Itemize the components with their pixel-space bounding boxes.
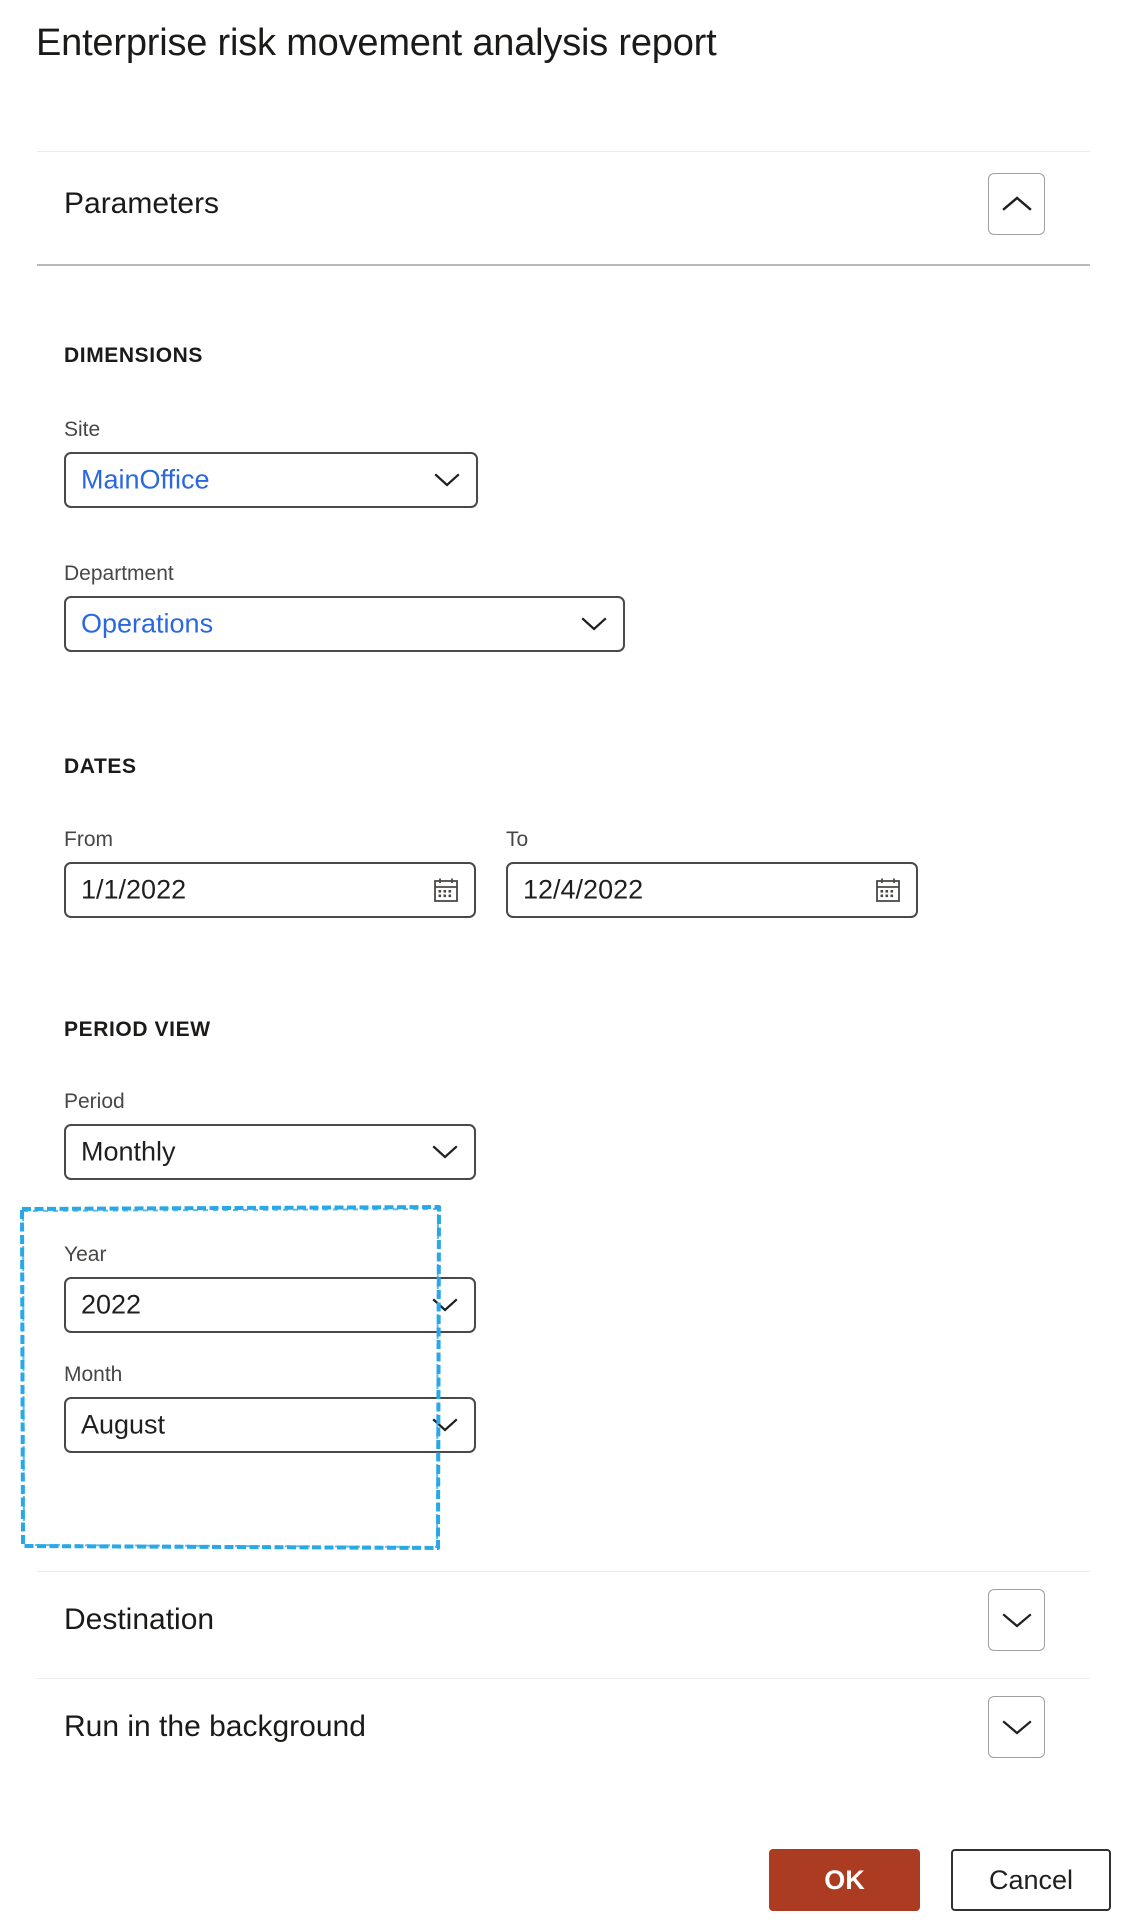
chevron-down-icon (432, 1292, 458, 1318)
divider-top (37, 151, 1090, 152)
to-date-value: 12/4/2022 (523, 874, 644, 905)
chevron-down-icon (434, 467, 460, 493)
period-value: Monthly (81, 1136, 176, 1167)
section-title-run-in-background: Run in the background (64, 1710, 366, 1743)
chevron-down-icon (432, 1412, 458, 1438)
chevron-down-icon (1001, 1611, 1032, 1629)
section-header-run-in-background[interactable]: Run in the background (0, 1679, 1128, 1775)
year-dropdown[interactable]: 2022 (64, 1277, 476, 1333)
month-dropdown[interactable]: August (64, 1397, 476, 1453)
label-month: Month (64, 1363, 123, 1386)
chevron-up-icon (1001, 195, 1032, 213)
label-year: Year (64, 1243, 107, 1266)
group-heading-dimensions: DIMENSIONS (64, 344, 204, 367)
label-department: Department (64, 562, 174, 585)
chevron-down-icon (1001, 1718, 1032, 1736)
parameters-collapse-button[interactable] (988, 173, 1045, 235)
section-header-destination[interactable]: Destination (0, 1572, 1128, 1668)
label-site: Site (64, 418, 101, 441)
department-dropdown[interactable]: Operations (64, 596, 625, 652)
site-dropdown[interactable]: MainOffice (64, 452, 478, 508)
department-value: Operations (81, 608, 214, 639)
cancel-button[interactable]: Cancel (951, 1849, 1111, 1911)
label-from-date: From (64, 828, 113, 851)
from-date-input[interactable]: 1/1/2022 (64, 862, 476, 918)
calendar-icon[interactable] (874, 876, 902, 904)
chevron-down-icon (432, 1139, 458, 1165)
calendar-icon[interactable] (432, 876, 460, 904)
label-period: Period (64, 1090, 125, 1113)
run-in-background-expand-button[interactable] (988, 1696, 1045, 1758)
chevron-down-icon (581, 611, 607, 637)
divider-parameters (37, 264, 1090, 266)
label-to-date: To (506, 828, 529, 851)
page-title: Enterprise risk movement analysis report (36, 22, 717, 64)
month-value: August (81, 1409, 166, 1440)
site-value: MainOffice (81, 464, 210, 495)
destination-expand-button[interactable] (988, 1589, 1045, 1651)
year-value: 2022 (81, 1289, 142, 1320)
group-heading-dates: DATES (64, 755, 137, 778)
from-date-value: 1/1/2022 (81, 874, 187, 905)
ok-button[interactable]: OK (769, 1849, 920, 1911)
group-heading-period-view: PERIOD VIEW (64, 1018, 211, 1041)
section-title-destination: Destination (64, 1603, 215, 1636)
section-header-parameters[interactable]: Parameters (0, 156, 1128, 252)
period-dropdown[interactable]: Monthly (64, 1124, 476, 1180)
section-title-parameters: Parameters (64, 187, 220, 220)
to-date-input[interactable]: 12/4/2022 (506, 862, 918, 918)
